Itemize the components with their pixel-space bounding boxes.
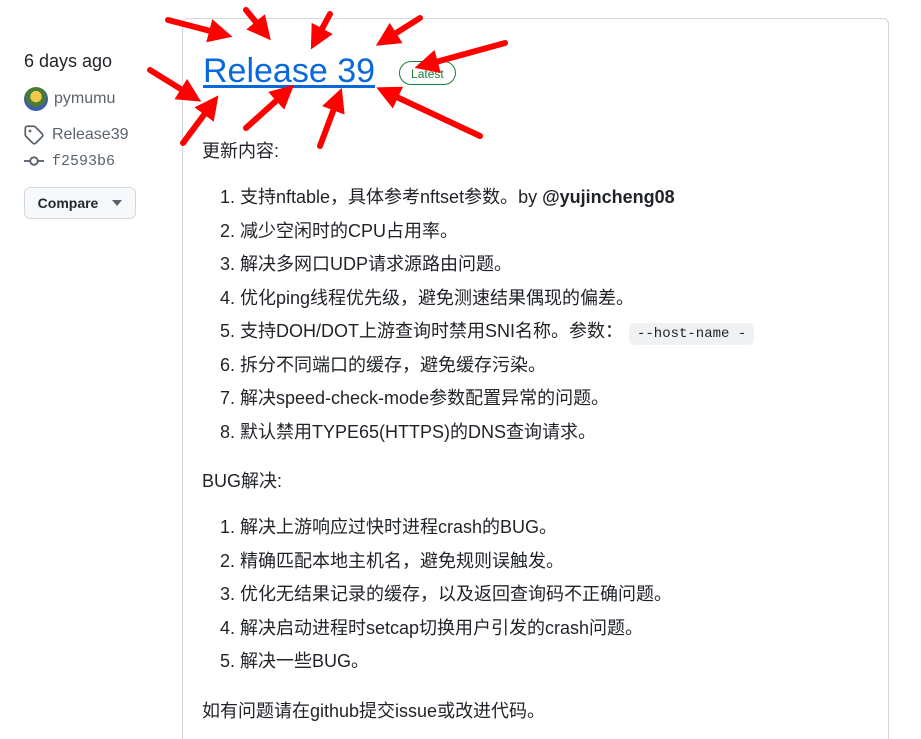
commit-link[interactable]: f2593b6 xyxy=(24,149,164,173)
update-item: 优化ping线程优先级，避免测速结果偶现的偏差。 xyxy=(240,286,882,320)
tag-icon xyxy=(24,125,44,145)
title-row: Release 39 Latest xyxy=(203,49,868,93)
author-link[interactable]: pymumu xyxy=(24,87,164,111)
user-mention-link[interactable]: @yujincheng08 xyxy=(542,187,675,207)
update-item: 解决多网口UDP请求源路由问题。 xyxy=(240,252,882,286)
release-header: Release 39 Latest xyxy=(203,49,868,93)
section-heading-bugs: BUG解决: xyxy=(202,471,283,491)
release-sidebar: 6 days ago pymumu Release39 f2593b6 Comp… xyxy=(24,48,164,219)
commit-icon xyxy=(24,156,44,166)
bugfix-item: 精确匹配本地主机名，避免规则误触发。 xyxy=(240,549,882,583)
update-text: 解决speed-check-mode参数配置异常的问题。 xyxy=(240,388,610,408)
update-text: 支持nftable，具体参考nftset参数。by xyxy=(240,187,543,207)
update-text: 优化ping线程优先级，避免测速结果偶现的偏差。 xyxy=(240,287,635,308)
section-heading-updates: 更新内容: xyxy=(202,141,280,161)
release-notes: 更新内容: 支持nftable，具体参考nftset参数。by @yujinch… xyxy=(202,139,882,723)
bugfix-item: 解决启动进程时setcap切换用户引发的crash问题。 xyxy=(240,616,882,650)
bugfix-item: 解决上游响应过快时进程crash的BUG。 xyxy=(240,515,882,549)
update-text: 减少空闲时的CPU占用率。 xyxy=(240,220,459,241)
update-item: 拆分不同端口的缓存，避免缓存污染。 xyxy=(240,353,882,387)
update-text: 解决多网口UDP请求源路由问题。 xyxy=(240,254,513,274)
compare-button[interactable]: Compare xyxy=(24,187,136,219)
tag-link[interactable]: Release39 xyxy=(24,123,164,147)
update-item: 支持nftable，具体参考nftset参数。by @yujincheng08 xyxy=(240,185,882,219)
bugfix-list: 解决上游响应过快时进程crash的BUG。精确匹配本地主机名，避免规则误触发。优… xyxy=(202,515,882,683)
update-text: 默认禁用TYPE65(HTTPS)的DNS查询请求。 xyxy=(240,421,597,442)
compare-label: Compare xyxy=(37,195,99,211)
tag-name[interactable]: Release39 xyxy=(52,126,129,144)
bugfix-item: 解决一些BUG。 xyxy=(240,649,882,683)
caret-down-icon xyxy=(112,200,123,206)
update-item: 默认禁用TYPE65(HTTPS)的DNS查询请求。 xyxy=(240,420,882,454)
author-name[interactable]: pymumu xyxy=(54,90,115,108)
updates-list: 支持nftable，具体参考nftset参数。by @yujincheng08减… xyxy=(202,185,882,453)
release-title-link[interactable]: Release 39 xyxy=(203,49,375,93)
avatar[interactable] xyxy=(24,87,48,111)
inline-code: --host-name - xyxy=(629,323,755,345)
footer-note: 如有问题请在github提交issue或改进代码。 xyxy=(202,700,546,721)
update-item: 解决speed-check-mode参数配置异常的问题。 xyxy=(240,386,882,420)
commit-sha[interactable]: f2593b6 xyxy=(52,153,115,170)
update-item: 支持DOH/DOT上游查询时禁用SNI名称。参数： --host-name - xyxy=(240,319,882,353)
bugfix-item: 优化无结果记录的缓存，以及返回查询码不正确问题。 xyxy=(240,582,882,616)
release-page: 6 days ago pymumu Release39 f2593b6 Comp… xyxy=(0,0,921,739)
update-text: 支持DOH/DOT上游查询时禁用SNI名称。参数： xyxy=(240,321,623,341)
release-date: 6 days ago xyxy=(24,51,113,71)
update-item: 减少空闲时的CPU占用率。 xyxy=(240,219,882,253)
update-text: 拆分不同端口的缓存，避免缓存污染。 xyxy=(240,354,546,375)
latest-badge: Latest xyxy=(399,61,456,85)
